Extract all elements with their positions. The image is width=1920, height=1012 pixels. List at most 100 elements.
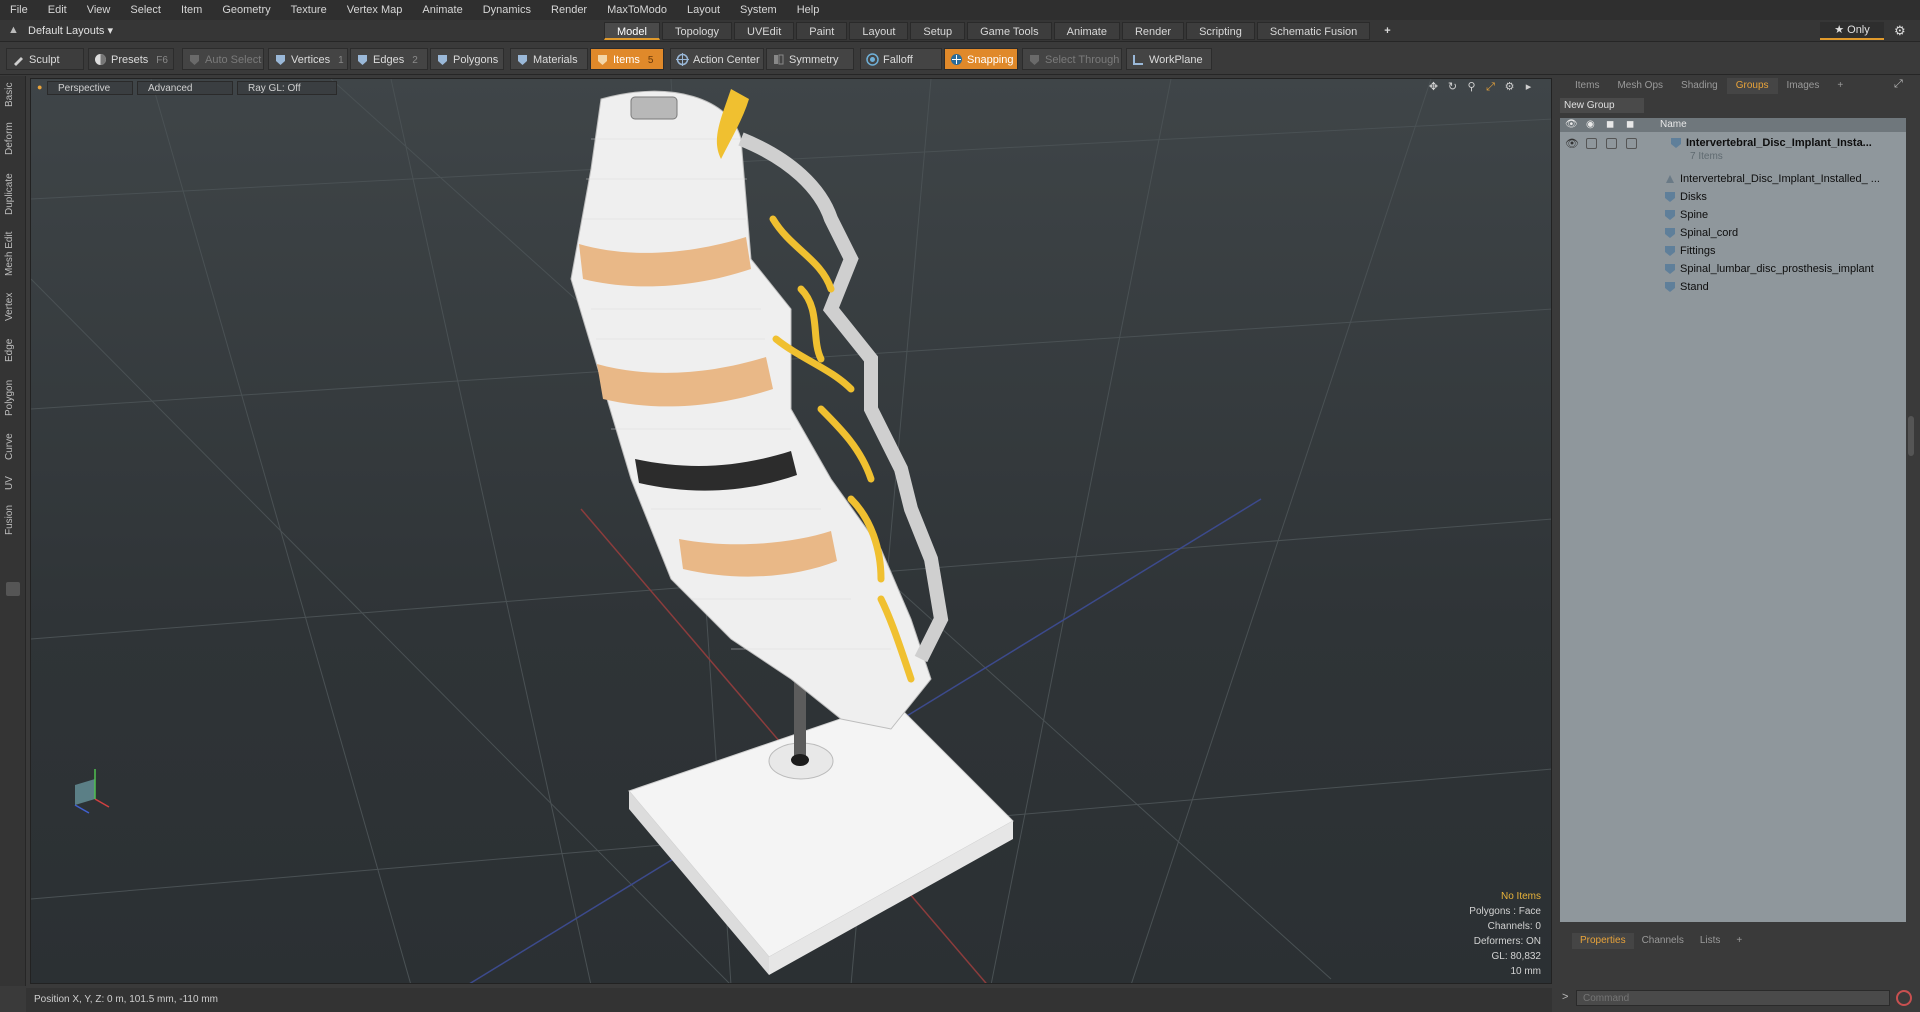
tab-items[interactable]: Items — [1566, 78, 1608, 94]
list-item[interactable]: Intervertebral_Disc_Implant_Installed_ .… — [1560, 170, 1906, 188]
tab-uvedit[interactable]: UVEdit — [734, 22, 795, 40]
action-center-button[interactable]: Action Center — [670, 48, 764, 70]
only-button[interactable]: ★ Only — [1820, 22, 1884, 40]
group-render-toggle[interactable] — [1586, 138, 1597, 149]
tab-uv[interactable]: UV — [4, 472, 22, 494]
fit-icon[interactable]: ⤢ — [1484, 81, 1497, 94]
viewport-menu-dot-icon[interactable]: ● — [37, 82, 42, 92]
tab-render[interactable]: Render — [1121, 22, 1185, 40]
list-scrollbar[interactable] — [1908, 416, 1914, 456]
view-mode-selector[interactable]: Perspective — [47, 81, 133, 95]
tab-basic[interactable]: Basic — [4, 82, 22, 108]
add-tab-button[interactable]: + — [1372, 22, 1402, 40]
tab-images[interactable]: Images — [1778, 78, 1829, 94]
tab-topology[interactable]: Topology — [661, 22, 733, 40]
list-item[interactable]: Disks — [1560, 188, 1906, 206]
tab-vertex[interactable]: Vertex — [4, 288, 22, 326]
workplane-button[interactable]: WorkPlane — [1126, 48, 1212, 70]
symmetry-button[interactable]: Symmetry — [766, 48, 854, 70]
menu-select[interactable]: Select — [120, 0, 171, 20]
list-item[interactable]: Fittings — [1560, 242, 1906, 260]
add-bottom-tab-button[interactable]: + — [1728, 933, 1750, 949]
tab-curve[interactable]: Curve — [4, 430, 22, 464]
visibility-column-eye-icon[interactable]: 👁 — [1565, 118, 1578, 132]
render-column-icon[interactable]: ◉ — [1586, 118, 1595, 132]
expand-panel-icon[interactable]: ⤢ — [1894, 78, 1903, 91]
tab-mesh-edit[interactable]: Mesh Edit — [4, 230, 22, 278]
menu-maxtomodo[interactable]: MaxToModo — [597, 0, 677, 20]
command-run-icon[interactable] — [1896, 990, 1912, 1006]
menu-system[interactable]: System — [730, 0, 787, 20]
select-column-icon[interactable]: ◼ — [1626, 118, 1634, 132]
tab-fusion[interactable]: Fusion — [4, 502, 22, 538]
items-button[interactable]: Items 5 — [590, 48, 664, 70]
menu-view[interactable]: View — [77, 0, 121, 20]
tab-model[interactable]: Model — [604, 22, 660, 40]
tab-animate[interactable]: Animate — [1053, 22, 1120, 40]
sculpt-button[interactable]: Sculpt — [6, 48, 84, 70]
menu-render[interactable]: Render — [541, 0, 597, 20]
raygl-toggle[interactable]: Ray GL: Off — [237, 81, 337, 95]
group-visibility-eye-icon[interactable]: 👁 — [1565, 135, 1579, 153]
menu-help[interactable]: Help — [787, 0, 830, 20]
tab-lists[interactable]: Lists — [1692, 933, 1729, 949]
settings-gear-icon[interactable]: ⚙ — [1894, 23, 1906, 39]
rotate-icon[interactable]: ↻ — [1446, 81, 1459, 94]
menu-edit[interactable]: Edit — [38, 0, 77, 20]
tab-mesh-ops[interactable]: Mesh Ops — [1608, 78, 1672, 94]
shading-selector[interactable]: Advanced — [137, 81, 233, 95]
menu-file[interactable]: File — [0, 0, 38, 20]
tab-deform[interactable]: Deform — [4, 120, 22, 158]
menu-texture[interactable]: Texture — [281, 0, 337, 20]
command-input[interactable] — [1576, 990, 1890, 1006]
name-column-header[interactable]: Name — [1660, 118, 1687, 132]
menu-layout[interactable]: Layout — [677, 0, 730, 20]
group-row[interactable]: 👁 Intervertebral_Disc_Implant_Insta... 7… — [1560, 134, 1906, 164]
presets-button[interactable]: Presets F6 — [88, 48, 174, 70]
lock-column-icon[interactable]: ◼ — [1606, 118, 1614, 132]
menu-animate[interactable]: Animate — [412, 0, 472, 20]
auto-select-button[interactable]: Auto Select — [182, 48, 264, 70]
add-panel-tab-button[interactable]: + — [1828, 78, 1852, 94]
polygons-button[interactable]: Polygons — [430, 48, 504, 70]
tab-setup[interactable]: Setup — [910, 22, 966, 40]
tab-schematic-fusion[interactable]: Schematic Fusion — [1256, 22, 1371, 40]
layout-bar: ▲ Default Layouts ▾ Model Topology UVEdi… — [0, 20, 1920, 42]
tab-properties[interactable]: Properties — [1572, 933, 1634, 949]
tab-polygon[interactable]: Polygon — [4, 376, 22, 420]
vertices-button[interactable]: Vertices 1 — [268, 48, 348, 70]
new-group-button[interactable]: New Group — [1560, 98, 1644, 113]
snapping-button[interactable]: Snapping — [944, 48, 1018, 70]
list-item[interactable]: Spinal_lumbar_disc_prosthesis_implant — [1560, 260, 1906, 278]
viewport-more-icon[interactable]: ▸ — [1522, 81, 1535, 94]
layout-toggle-icon[interactable]: ▲ — [8, 24, 19, 36]
group-lock-toggle[interactable] — [1606, 138, 1617, 149]
layout-selector[interactable]: Default Layouts ▾ — [28, 23, 113, 39]
group-select-toggle[interactable] — [1626, 138, 1637, 149]
tab-paint[interactable]: Paint — [796, 22, 848, 40]
tab-scripting[interactable]: Scripting — [1186, 22, 1255, 40]
tab-game-tools[interactable]: Game Tools — [967, 22, 1052, 40]
select-through-button[interactable]: Select Through — [1022, 48, 1122, 70]
menu-item[interactable]: Item — [171, 0, 212, 20]
pan-icon[interactable]: ✥ — [1427, 81, 1440, 94]
tab-edge[interactable]: Edge — [4, 334, 22, 366]
menu-dynamics[interactable]: Dynamics — [473, 0, 541, 20]
tab-channels[interactable]: Channels — [1634, 933, 1692, 949]
tab-shading[interactable]: Shading — [1672, 78, 1727, 94]
tab-layout[interactable]: Layout — [849, 22, 909, 40]
3d-viewport[interactable]: ● Perspective Advanced Ray GL: Off ✥ ↻ ⚲… — [30, 78, 1552, 984]
materials-button[interactable]: Materials — [510, 48, 588, 70]
panel-toggle-icon[interactable] — [6, 582, 20, 596]
menu-geometry[interactable]: Geometry — [212, 0, 280, 20]
tab-duplicate[interactable]: Duplicate — [4, 170, 22, 218]
list-item[interactable]: Spinal_cord — [1560, 224, 1906, 242]
falloff-button[interactable]: Falloff — [860, 48, 942, 70]
list-item[interactable]: Spine — [1560, 206, 1906, 224]
list-item[interactable]: Stand — [1560, 278, 1906, 296]
edges-button[interactable]: Edges 2 — [350, 48, 428, 70]
menu-vertex-map[interactable]: Vertex Map — [337, 0, 413, 20]
zoom-icon[interactable]: ⚲ — [1465, 81, 1478, 94]
viewport-gear-icon[interactable]: ⚙ — [1503, 81, 1516, 94]
tab-groups[interactable]: Groups — [1726, 78, 1778, 94]
